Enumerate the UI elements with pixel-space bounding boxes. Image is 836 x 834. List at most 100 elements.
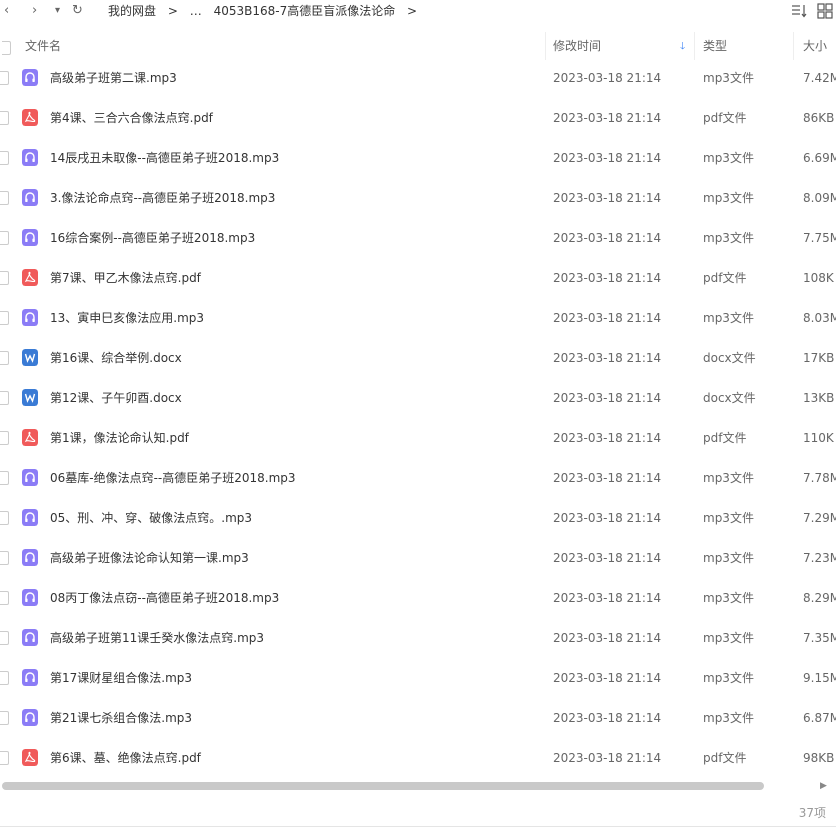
file-name: 08丙丁像法点窃--高德臣弟子班2018.mp3: [50, 591, 280, 605]
file-type: docx文件: [703, 351, 756, 365]
audio-file-icon: [22, 509, 38, 526]
file-name: 16综合案例--高德臣弟子班2018.mp3: [50, 231, 256, 245]
breadcrumb-separator: >: [167, 4, 178, 18]
row-checkbox[interactable]: [0, 151, 9, 165]
column-divider[interactable]: [545, 32, 546, 60]
column-divider[interactable]: [793, 32, 794, 60]
row-checkbox[interactable]: [0, 511, 9, 525]
file-type: pdf文件: [703, 271, 747, 285]
file-modified-date: 2023-03-18 21:14: [553, 591, 662, 605]
row-checkbox[interactable]: [0, 351, 9, 365]
file-modified-date: 2023-03-18 21:14: [553, 271, 662, 285]
row-checkbox[interactable]: [0, 231, 9, 245]
row-checkbox[interactable]: [0, 111, 9, 125]
file-name: 13、寅申巳亥像法应用.mp3: [50, 311, 205, 325]
row-checkbox[interactable]: [0, 311, 9, 325]
file-type: docx文件: [703, 391, 756, 405]
file-name: 第6课、墓、绝像法点窍.pdf: [50, 751, 201, 765]
file-row[interactable]: 05、刑、冲、穿、破像法点窍。.mp3 2023-03-18 21:14 mp3文件…: [0, 498, 836, 538]
select-all-checkbox[interactable]: [2, 41, 11, 55]
column-type[interactable]: 类型: [703, 38, 727, 54]
file-size: 7.35M: [803, 631, 836, 645]
row-checkbox[interactable]: [0, 591, 9, 605]
file-modified-date: 2023-03-18 21:14: [553, 71, 662, 85]
row-checkbox[interactable]: [0, 551, 9, 565]
file-row[interactable]: 高级弟子班像法论命认知第一课.mp3 2023-03-18 21:14 mp3文件 7…: [0, 538, 836, 578]
back-icon[interactable]: ‹: [4, 3, 9, 19]
breadcrumb-ellipsis[interactable]: …: [190, 4, 202, 18]
file-row[interactable]: 第17课财星组合像法.mp3 2023-03-18 21:14 mp3文件 9.15M: [0, 658, 836, 698]
file-name: 第21课七杀组合像法.mp3: [50, 711, 193, 725]
file-modified-date: 2023-03-18 21:14: [553, 231, 662, 245]
file-size: 7.23M: [803, 551, 836, 565]
scrollbar-thumb[interactable]: [2, 782, 764, 790]
file-row[interactable]: 高级弟子班第11课壬癸水像法点窍.mp3 2023-03-18 21:14 mp3文…: [0, 618, 836, 658]
file-name: 高级弟子班第11课壬癸水像法点窍.mp3: [50, 631, 265, 645]
pdf-file-icon: [22, 749, 38, 766]
file-row[interactable]: 14辰戌丑未取像--高德臣弟子班2018.mp3 2023-03-18 21:14…: [0, 138, 836, 178]
horizontal-scrollbar[interactable]: ▶: [0, 780, 836, 792]
file-row[interactable]: 第7课、甲乙木像法点窍.pdf 2023-03-18 21:14 pdf文件 108K: [0, 258, 836, 298]
column-size[interactable]: 大小: [803, 38, 827, 54]
file-name: 第12课、子午卯酉.docx: [50, 391, 182, 405]
file-type: pdf文件: [703, 751, 747, 765]
file-size: 7.75M: [803, 231, 836, 245]
row-checkbox[interactable]: [0, 391, 9, 405]
file-name: 第4课、三合六合像法点窍.pdf: [50, 111, 213, 125]
file-modified-date: 2023-03-18 21:14: [553, 151, 662, 165]
column-name[interactable]: 文件名: [25, 38, 61, 54]
history-dropdown-icon[interactable]: ▾: [55, 3, 60, 19]
row-checkbox[interactable]: [0, 471, 9, 485]
file-size: 7.29M: [803, 511, 836, 525]
word-file-icon: [22, 389, 38, 406]
row-checkbox[interactable]: [0, 71, 9, 85]
file-row[interactable]: 第6课、墓、绝像法点窍.pdf 2023-03-18 21:14 pdf文件 98KB: [0, 738, 836, 778]
refresh-icon[interactable]: ↻: [72, 3, 83, 19]
file-modified-date: 2023-03-18 21:14: [553, 671, 662, 685]
audio-file-icon: [22, 309, 38, 326]
row-checkbox[interactable]: [0, 431, 9, 445]
file-row[interactable]: 06墓库-绝像法点窍--高德臣弟子班2018.mp3 2023-03-18 21:…: [0, 458, 836, 498]
row-checkbox[interactable]: [0, 271, 9, 285]
column-divider[interactable]: [694, 32, 695, 60]
file-type: mp3文件: [703, 711, 754, 725]
row-checkbox[interactable]: [0, 631, 9, 645]
audio-file-icon: [22, 549, 38, 566]
file-row[interactable]: 16综合案例--高德臣弟子班2018.mp3 2023-03-18 21:14 mp…: [0, 218, 836, 258]
file-size: 98KB: [803, 751, 835, 765]
file-row[interactable]: 第12课、子午卯酉.docx 2023-03-18 21:14 docx文件 13KB: [0, 378, 836, 418]
file-size: 110K: [803, 431, 834, 445]
file-row[interactable]: 第1课，像法论命认知.pdf 2023-03-18 21:14 pdf文件 110K: [0, 418, 836, 458]
file-modified-date: 2023-03-18 21:14: [553, 631, 662, 645]
file-modified-date: 2023-03-18 21:14: [553, 191, 662, 205]
file-size: 7.78M: [803, 471, 836, 485]
audio-file-icon: [22, 629, 38, 646]
breadcrumb-root[interactable]: 我的网盘: [108, 4, 156, 18]
row-checkbox[interactable]: [0, 191, 9, 205]
breadcrumb-current[interactable]: 4053B168-7高德臣盲派像法论命: [214, 4, 396, 18]
sort-icon[interactable]: [790, 2, 808, 20]
row-checkbox[interactable]: [0, 751, 9, 765]
file-type: mp3文件: [703, 551, 754, 565]
divider: [0, 826, 836, 827]
column-modified[interactable]: 修改时间: [553, 38, 601, 54]
file-size: 6.69M: [803, 151, 836, 165]
file-row[interactable]: 第4课、三合六合像法点窍.pdf 2023-03-18 21:14 pdf文件 86K…: [0, 98, 836, 138]
grid-view-icon[interactable]: [816, 2, 834, 20]
file-type: mp3文件: [703, 631, 754, 645]
file-type: pdf文件: [703, 111, 747, 125]
file-type: mp3文件: [703, 471, 754, 485]
row-checkbox[interactable]: [0, 671, 9, 685]
file-row[interactable]: 第21课七杀组合像法.mp3 2023-03-18 21:14 mp3文件 6.87M: [0, 698, 836, 738]
file-row[interactable]: 08丙丁像法点窃--高德臣弟子班2018.mp3 2023-03-18 21:14…: [0, 578, 836, 618]
file-row[interactable]: 3.像法论命点窍--高德臣弟子班2018.mp3 2023-03-18 21:14…: [0, 178, 836, 218]
file-row[interactable]: 第16课、综合举例.docx 2023-03-18 21:14 docx文件 17KB: [0, 338, 836, 378]
forward-icon[interactable]: ›: [32, 3, 37, 19]
file-modified-date: 2023-03-18 21:14: [553, 111, 662, 125]
file-modified-date: 2023-03-18 21:14: [553, 711, 662, 725]
file-name: 第16课、综合举例.docx: [50, 351, 182, 365]
file-row[interactable]: 高级弟子班第二课.mp3 2023-03-18 21:14 mp3文件 7.42M: [0, 58, 836, 98]
file-row[interactable]: 13、寅申巳亥像法应用.mp3 2023-03-18 21:14 mp3文件 8.03…: [0, 298, 836, 338]
scroll-right-arrow-icon[interactable]: ▶: [820, 781, 827, 791]
row-checkbox[interactable]: [0, 711, 9, 725]
